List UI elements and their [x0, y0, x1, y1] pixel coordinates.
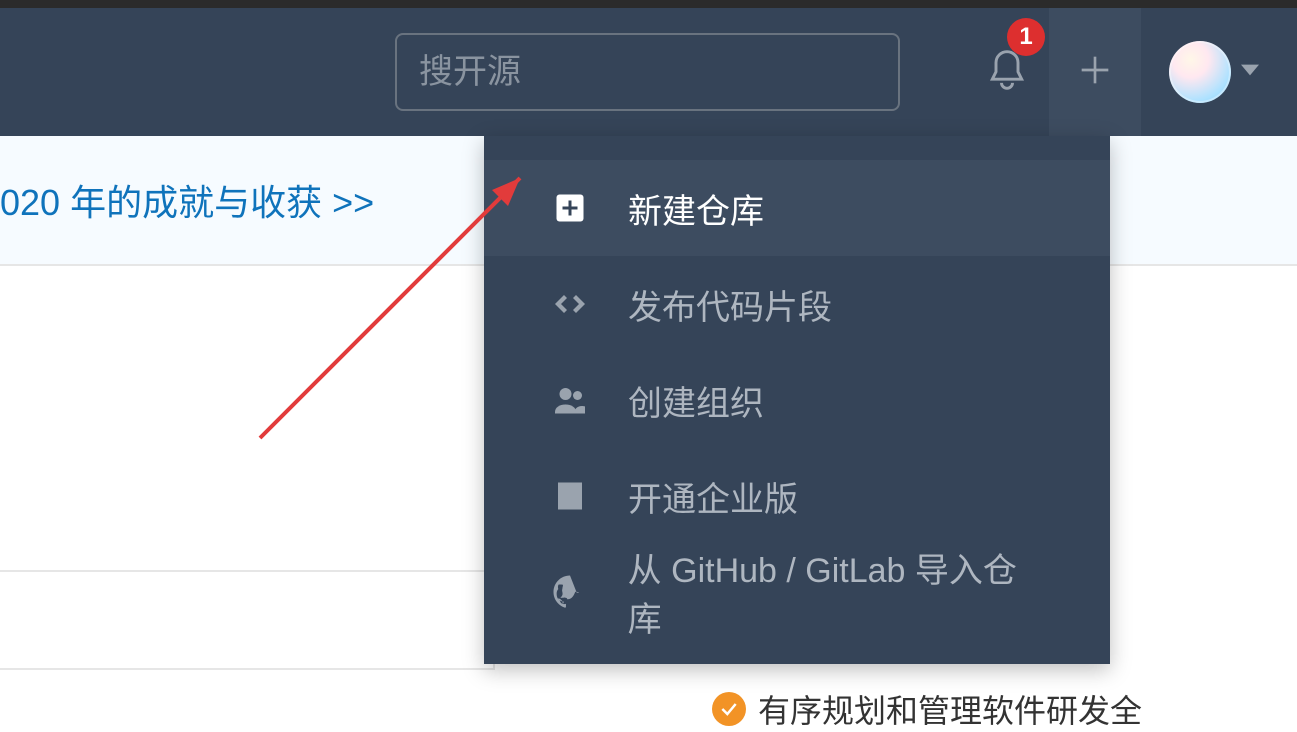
notifications-button[interactable]: 1: [973, 8, 1041, 136]
announcement-link[interactable]: 020 年的成就与收获 >>: [0, 174, 374, 226]
menu-item-label: 开通企业版: [628, 472, 798, 521]
users-icon: [546, 382, 594, 418]
plus-icon: [1075, 50, 1115, 95]
code-icon: [546, 286, 594, 322]
check-circle-icon: [712, 692, 746, 726]
menu-item-new-snippet[interactable]: 发布代码片段: [484, 256, 1110, 352]
search-input[interactable]: [395, 33, 900, 111]
create-dropdown: 新建仓库 发布代码片段 创建组织 开通企业版 从 GitHub / GitLab…: [484, 136, 1110, 664]
menu-item-new-org[interactable]: 创建组织: [484, 352, 1110, 448]
footer-note: 有序规划和管理软件研发全: [712, 686, 1142, 732]
menu-item-new-repo[interactable]: 新建仓库: [484, 160, 1110, 256]
menu-item-label: 发布代码片段: [628, 280, 832, 329]
create-button[interactable]: [1049, 8, 1141, 136]
chevron-down-icon: [1241, 61, 1259, 84]
menu-item-label: 从 GitHub / GitLab 导入仓库: [628, 543, 1048, 641]
plus-square-icon: [546, 190, 594, 226]
menu-item-enterprise[interactable]: 开通企业版: [484, 448, 1110, 544]
menu-item-label: 创建组织: [628, 376, 764, 425]
notification-badge: 1: [1007, 18, 1045, 56]
menu-item-label: 新建仓库: [628, 184, 764, 233]
navbar-right-group: 1: [973, 8, 1297, 136]
github-icon: [546, 574, 594, 610]
avatar: [1169, 41, 1231, 103]
card-border: [0, 668, 495, 670]
footer-note-text: 有序规划和管理软件研发全: [758, 686, 1142, 732]
building-icon: [546, 478, 594, 514]
menu-item-import-repo[interactable]: 从 GitHub / GitLab 导入仓库: [484, 544, 1110, 640]
browser-top-strip: [0, 0, 1297, 8]
user-menu-button[interactable]: [1169, 41, 1259, 103]
card-border: [0, 570, 495, 572]
main-navbar: 1: [0, 8, 1297, 136]
